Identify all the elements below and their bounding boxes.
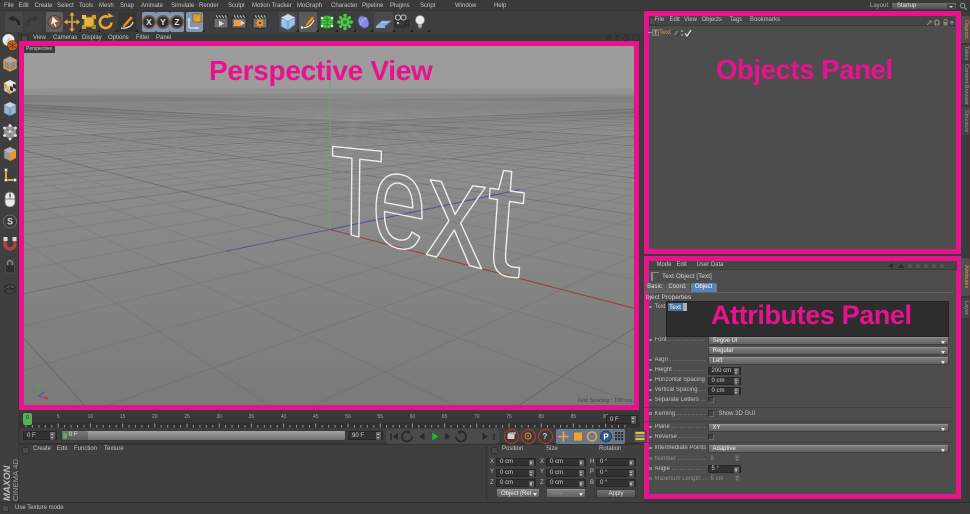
svg-text:P: P [603,432,609,441]
svg-text:?: ? [542,432,547,441]
